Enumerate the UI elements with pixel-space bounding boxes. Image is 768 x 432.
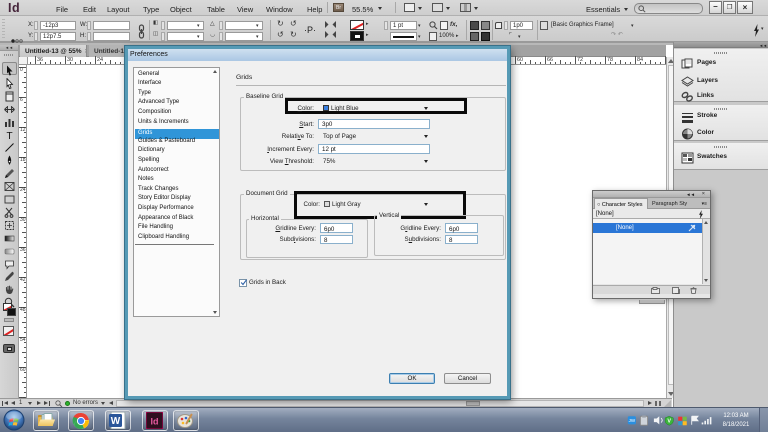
svg-text:W: W: [111, 416, 121, 427]
svg-text:JW: JW: [629, 418, 636, 423]
svg-text:Id: Id: [151, 417, 159, 427]
svg-text:T: T: [6, 131, 12, 141]
svg-text:V: V: [667, 419, 671, 425]
